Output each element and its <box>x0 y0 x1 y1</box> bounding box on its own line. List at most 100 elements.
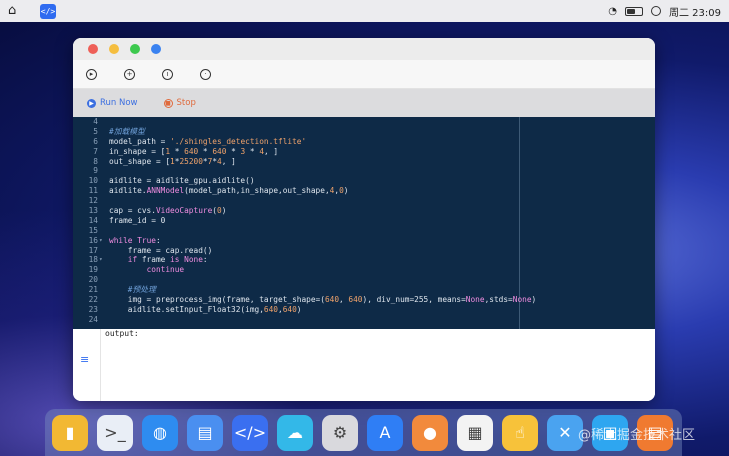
window-titlebar <box>73 38 655 60</box>
code-line[interactable]: 12 <box>89 196 649 206</box>
extra-window-button[interactable] <box>151 44 161 54</box>
close-button[interactable] <box>88 44 98 54</box>
stop-button[interactable]: ■ Stop <box>163 98 196 108</box>
code-text: out_shape = [1*25200*7*4, ] <box>109 156 236 166</box>
minimize-button[interactable] <box>109 44 119 54</box>
code-editor[interactable]: 4 5 #加载模型 6 model_path = './shingles_detecti… <box>73 117 655 329</box>
line-number: 14 <box>88 215 98 225</box>
code-text: frame_id = 0 <box>109 215 166 225</box>
code-line[interactable]: 11 aidlite.ANNModel(model_path,in_shape,o… <box>89 186 649 196</box>
line-number: 6 <box>93 136 98 146</box>
code-text: model_path = './shingles_detection.tflit… <box>109 136 307 146</box>
files-app-icon[interactable]: ▮ <box>52 414 88 451</box>
code-line[interactable]: 23 aidlite.setInput_Float32(img,640,640) <box>89 304 649 315</box>
browser-app-icon[interactable]: ◍ <box>142 414 178 451</box>
code-line[interactable]: 24 <box>89 315 649 325</box>
search-icon[interactable] <box>651 6 661 16</box>
code-text: cap = cvs.VideoCapture(0) <box>109 206 227 216</box>
add-circle-icon[interactable]: + <box>124 68 135 80</box>
code-line[interactable]: 9 <box>93 166 649 176</box>
run-now-label: Run Now <box>100 98 138 108</box>
code-lines[interactable]: 4 5 #加载模型 6 model_path = './shingles_detecti… <box>89 117 649 325</box>
code-text: if frame is None: <box>127 255 208 265</box>
line-number: 12 <box>88 196 98 206</box>
code-line[interactable]: 17 frame = cap.read() <box>89 245 649 256</box>
run-icon: ▶ <box>87 98 96 108</box>
code-line[interactable]: 4 <box>93 117 649 127</box>
line-number: 19 <box>88 265 98 275</box>
watermark: @稀土掘金技术社区 <box>578 428 696 443</box>
top-menu-bar: ⌂ </> ◔ 周二 23:09 <box>0 0 729 22</box>
line-number: 16 <box>88 235 98 245</box>
app-store-app-icon[interactable]: A <box>367 414 403 451</box>
code-line[interactable]: 21 #预处理 <box>89 285 649 295</box>
output-panel: ≡ output: <box>73 329 655 401</box>
settings-app-icon[interactable]: ⚙ <box>322 414 358 451</box>
line-number: 10 <box>88 176 98 186</box>
line-number: 13 <box>88 206 98 216</box>
code-line[interactable]: 15 <box>89 226 649 236</box>
cloud-app-icon[interactable]: ☁ <box>277 414 313 451</box>
code-line[interactable]: 10 aidlite = aidlite_gpu.aidlite() <box>89 176 649 186</box>
code-text: continue <box>146 265 185 275</box>
code-line[interactable]: 5 #加载模型 <box>93 126 649 137</box>
output-menu-icon[interactable]: ≡ <box>80 354 94 365</box>
code-text: aidlite.ANNModel(model_path,in_shape,out… <box>109 186 349 196</box>
line-number: 7 <box>93 146 98 156</box>
fold-toggle-icon[interactable]: ▾ <box>99 255 103 265</box>
code-editor-window: ▸ + ı · ▶ Run Now ■ Stop 4 5 #加载模型 6 model_p… <box>73 38 655 401</box>
code-text: while True: <box>109 235 161 245</box>
code-text: #预处理 <box>109 285 156 295</box>
line-number: 20 <box>88 275 98 285</box>
wifi-icon[interactable]: ◔ <box>608 6 617 17</box>
output-gutter: ≡ <box>73 329 101 401</box>
tips-app-icon[interactable]: ● <box>412 414 448 451</box>
code-line[interactable]: 7 in_shape = [1 * 640 * 640 * 3 * 4, ] <box>93 146 649 157</box>
status-area: ◔ 周二 23:09 <box>608 4 721 19</box>
line-number: 9 <box>93 166 98 176</box>
code-line[interactable]: 18 ▾ if frame is None: <box>89 255 649 265</box>
code-line[interactable]: 6 model_path = './shingles_detection.tfli… <box>93 136 649 147</box>
code-editor-app-icon[interactable]: </> <box>232 414 268 451</box>
battery-icon[interactable] <box>625 6 643 16</box>
fold-toggle-icon[interactable]: ▾ <box>99 236 103 246</box>
output-label: output: <box>105 329 139 338</box>
touch-app-icon[interactable]: ☝ <box>502 414 538 451</box>
code-text: aidlite.setInput_Float32(img,640,640) <box>109 304 302 314</box>
action-bar: ▶ Run Now ■ Stop <box>73 89 655 117</box>
line-number: 22 <box>88 295 98 305</box>
code-line[interactable]: 19 continue <box>89 265 649 275</box>
line-number: 21 <box>88 285 98 295</box>
code-line[interactable]: 20 <box>89 275 649 285</box>
play-circle-icon[interactable]: ▸ <box>86 68 97 80</box>
code-text: aidlite = aidlite_gpu.aidlite() <box>109 176 255 186</box>
code-line[interactable]: 8 out_shape = [1*25200*7*4, ] <box>93 156 649 167</box>
calculator-app-icon[interactable]: ▦ <box>457 414 493 451</box>
line-number: 18 <box>88 255 98 265</box>
battery-fill <box>627 8 636 14</box>
line-number: 4 <box>93 117 98 126</box>
code-text: in_shape = [1 * 640 * 640 * 3 * 4, ] <box>109 146 279 156</box>
line-number: 8 <box>93 156 98 166</box>
code-line[interactable]: 22 img = preprocess_img(frame, target_sh… <box>89 295 649 305</box>
system-logo-icon[interactable]: ⌂ <box>8 4 24 18</box>
clock-icon[interactable]: ı <box>162 68 173 80</box>
terminal-app-icon[interactable]: >_ <box>97 414 133 451</box>
settings-icon[interactable]: · <box>200 68 211 80</box>
code-line[interactable]: 14 frame_id = 0 <box>89 215 649 226</box>
active-app-icon[interactable]: </> <box>40 3 56 19</box>
code-text: #加载模型 <box>109 126 145 136</box>
clock[interactable]: 周二 23:09 <box>669 4 721 19</box>
code-text: frame = cap.read() <box>109 245 213 255</box>
line-number: 23 <box>88 304 98 314</box>
line-number: 11 <box>88 186 98 196</box>
maximize-button[interactable] <box>130 44 140 54</box>
stop-label: Stop <box>176 98 196 108</box>
line-number: 17 <box>88 245 98 255</box>
stop-icon: ■ <box>163 98 173 108</box>
file-manager-app-icon[interactable]: ▤ <box>187 414 223 451</box>
run-now-button[interactable]: ▶ Run Now <box>87 98 138 108</box>
line-number: 5 <box>93 126 98 136</box>
code-line[interactable]: 13 cap = cvs.VideoCapture(0) <box>89 206 649 216</box>
code-line[interactable]: 16 ▾ while True: <box>89 235 649 246</box>
